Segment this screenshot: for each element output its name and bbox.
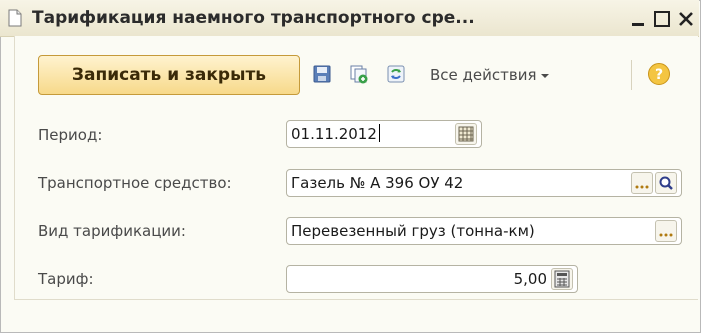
vehicle-value: Газель № А 396 ОУ 42	[291, 174, 464, 192]
window-title: Тарификация наемного транспортного сре..…	[32, 8, 475, 28]
all-actions-menu[interactable]: Все действия	[430, 64, 550, 86]
chevron-down-icon	[540, 66, 550, 84]
period-input[interactable]: 01.11.2012	[286, 120, 482, 148]
tariff-input[interactable]: 5,00	[286, 265, 578, 293]
svg-text:?: ?	[655, 67, 663, 83]
all-actions-label: Все действия	[430, 66, 537, 84]
save-icon[interactable]	[312, 64, 332, 84]
toolbar-separator	[631, 60, 632, 90]
period-label: Период:	[38, 126, 103, 144]
calendar-icon[interactable]	[455, 123, 477, 145]
minimize-icon[interactable]	[628, 9, 648, 29]
period-value: 01.11.2012	[291, 125, 377, 143]
maximize-icon[interactable]	[652, 9, 672, 29]
tariff-type-input[interactable]: Перевезенный груз (тонна-км)	[286, 217, 682, 245]
refresh-icon[interactable]	[386, 64, 406, 84]
vehicle-select-button[interactable]	[631, 172, 653, 194]
calculator-icon[interactable]	[551, 268, 573, 290]
tariff-value: 5,00	[513, 270, 547, 288]
tariff-label: Тариф:	[38, 270, 94, 288]
save-and-close-button[interactable]: Записать и закрыть	[38, 55, 300, 95]
help-icon[interactable]: ?	[647, 62, 671, 86]
title-bar[interactable]: Тарификация наемного транспортного сре..…	[0, 0, 699, 37]
copy-icon[interactable]	[349, 64, 369, 84]
vehicle-input[interactable]: Газель № А 396 ОУ 42	[286, 169, 682, 197]
document-icon	[8, 9, 22, 27]
close-icon[interactable]	[676, 9, 696, 29]
tariff-type-label: Вид тарификации:	[38, 222, 186, 240]
search-icon[interactable]	[655, 172, 677, 194]
tariff-type-select-button[interactable]	[655, 220, 677, 242]
tariff-type-value: Перевезенный груз (тонна-км)	[291, 222, 535, 240]
text-caret	[378, 124, 380, 142]
vehicle-label: Транспортное средство:	[38, 174, 232, 192]
